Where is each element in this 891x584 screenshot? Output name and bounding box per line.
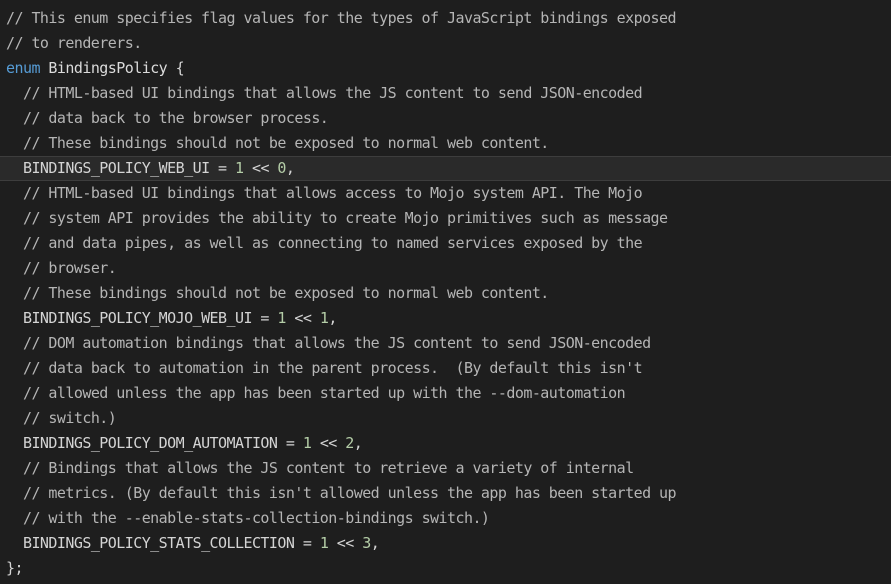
code-line[interactable]: // Bindings that allows the JS content t…: [0, 456, 891, 481]
code-token-comment: // to renderers.: [6, 34, 142, 52]
code-token-punctuation: =: [209, 159, 235, 177]
code-token-punctuation: [6, 534, 23, 552]
code-token-punctuation: =: [277, 434, 303, 452]
code-line[interactable]: // to renderers.: [0, 31, 891, 56]
code-token-comment: // metrics. (By default this isn't allow…: [22, 484, 677, 502]
code-line[interactable]: // These bindings should not be exposed …: [0, 131, 891, 156]
code-token-comment: // Bindings that allows the JS content t…: [22, 459, 634, 477]
code-token-punctuation: [6, 434, 23, 452]
code-token-comment: // with the --enable-stats-collection-bi…: [22, 509, 490, 527]
code-token-comment: // data back to the browser process.: [22, 109, 329, 127]
code-token-punctuation: <<: [285, 309, 320, 327]
code-line[interactable]: // with the --enable-stats-collection-bi…: [0, 506, 891, 531]
code-token-punctuation: [6, 234, 23, 252]
code-line[interactable]: // data back to automation in the parent…: [0, 356, 891, 381]
code-token-punctuation: ,: [328, 309, 337, 327]
code-token-comment: // switch.): [22, 409, 117, 427]
code-line[interactable]: // HTML-based UI bindings that allows ac…: [0, 181, 891, 206]
code-token-punctuation: =: [251, 309, 278, 327]
code-token-number: 2: [345, 434, 354, 452]
code-token-comment: // This enum specifies flag values for t…: [6, 9, 677, 27]
code-token-punctuation: <<: [243, 159, 278, 177]
code-line[interactable]: };: [0, 556, 891, 581]
code-editor[interactable]: // This enum specifies flag values for t…: [0, 6, 891, 581]
code-line[interactable]: // switch.): [0, 406, 891, 431]
code-token-punctuation: [6, 84, 23, 102]
code-token-comment: // allowed unless the app has been start…: [22, 384, 626, 402]
code-line[interactable]: // metrics. (By default this isn't allow…: [0, 481, 891, 506]
current-code-line[interactable]: BINDINGS_POLICY_WEB_UI = 1 << 0,: [0, 156, 891, 181]
code-token-punctuation: [6, 134, 23, 152]
code-token-identifier: BindingsPolicy: [48, 59, 168, 77]
code-token-comment: // These bindings should not be exposed …: [22, 284, 549, 302]
code-token-punctuation: };: [6, 559, 24, 577]
code-token-number: 3: [362, 534, 371, 552]
code-token-comment: // and data pipes, as well as connecting…: [22, 234, 643, 252]
code-token-punctuation: [6, 484, 23, 502]
code-token-constant: BINDINGS_POLICY_MOJO_WEB_UI: [22, 309, 253, 327]
code-line[interactable]: // system API provides the ability to cr…: [0, 206, 891, 231]
code-line[interactable]: BINDINGS_POLICY_STATS_COLLECTION = 1 << …: [0, 531, 891, 556]
code-token-punctuation: [6, 184, 23, 202]
code-line[interactable]: BINDINGS_POLICY_DOM_AUTOMATION = 1 << 2,: [0, 431, 891, 456]
code-line[interactable]: // HTML-based UI bindings that allows th…: [0, 81, 891, 106]
code-token-constant: BINDINGS_POLICY_STATS_COLLECTION: [22, 534, 295, 552]
code-token-punctuation: [6, 284, 23, 302]
code-token-punctuation: [6, 309, 23, 327]
code-token-punctuation: [6, 384, 23, 402]
code-line[interactable]: // and data pipes, as well as connecting…: [0, 231, 891, 256]
code-token-punctuation: [6, 409, 23, 427]
code-token-comment: // system API provides the ability to cr…: [22, 209, 668, 227]
code-token-punctuation: ,: [285, 159, 295, 177]
code-line[interactable]: enum BindingsPolicy {: [0, 56, 891, 81]
code-token-comment: // HTML-based UI bindings that allows ac…: [22, 184, 643, 202]
code-token-punctuation: [6, 109, 23, 127]
code-token-punctuation: ,: [353, 434, 363, 452]
code-token-comment: // DOM automation bindings that allows t…: [22, 334, 651, 352]
code-token-number: 0: [277, 159, 286, 177]
code-line[interactable]: BINDINGS_POLICY_MOJO_WEB_UI = 1 << 1,: [0, 306, 891, 331]
code-token-punctuation: [6, 159, 23, 177]
code-token-comment: // data back to automation in the parent…: [22, 359, 643, 377]
code-token-comment: // These bindings should not be exposed …: [22, 134, 549, 152]
code-line[interactable]: // browser.: [0, 256, 891, 281]
code-token-punctuation: [6, 259, 23, 277]
code-line[interactable]: // allowed unless the app has been start…: [0, 381, 891, 406]
code-token-punctuation: [6, 334, 23, 352]
code-token-punctuation: [6, 359, 23, 377]
code-line[interactable]: // data back to the browser process.: [0, 106, 891, 131]
code-token-number: 1: [277, 309, 286, 327]
code-token-comment: // browser.: [22, 259, 117, 277]
code-token-constant: BINDINGS_POLICY_DOM_AUTOMATION: [22, 434, 278, 452]
code-line[interactable]: // DOM automation bindings that allows t…: [0, 331, 891, 356]
code-token-constant: BINDINGS_POLICY_WEB_UI: [22, 159, 210, 177]
code-token-punctuation: =: [294, 534, 320, 552]
code-token-punctuation: {: [167, 59, 185, 77]
code-token-punctuation: [6, 209, 23, 227]
code-line[interactable]: // These bindings should not be exposed …: [0, 281, 891, 306]
code-token-punctuation: ,: [370, 534, 380, 552]
code-token-punctuation: [6, 459, 23, 477]
code-token-punctuation: <<: [328, 534, 363, 552]
code-token-comment: // HTML-based UI bindings that allows th…: [22, 84, 643, 102]
code-token-punctuation: [6, 509, 23, 527]
code-line[interactable]: // This enum specifies flag values for t…: [0, 6, 891, 31]
code-token-punctuation: <<: [311, 434, 346, 452]
code-token-keyword: enum: [6, 59, 40, 77]
